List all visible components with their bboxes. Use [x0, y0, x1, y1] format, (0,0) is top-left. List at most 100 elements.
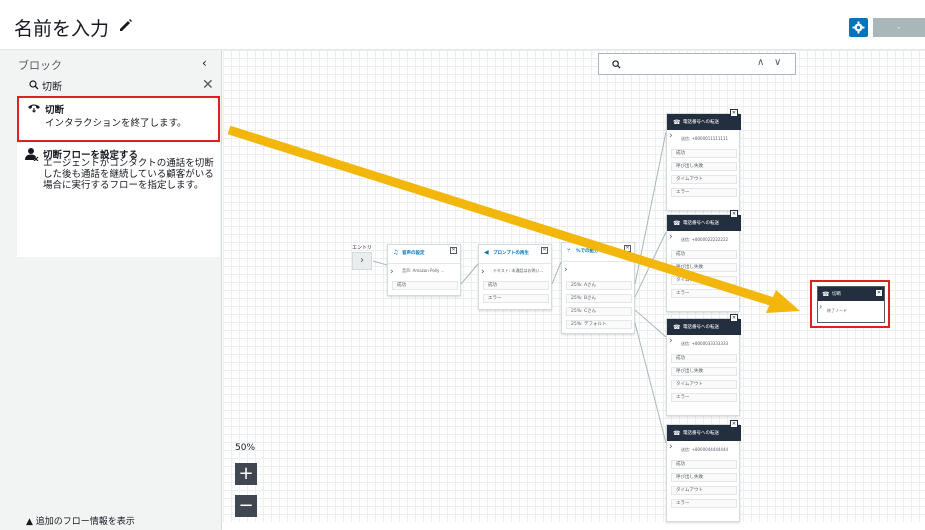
branch-timeout[interactable]: タイムアウト — [671, 486, 737, 495]
transfer-phone-node[interactable]: ☎ 電話番号への転送 ✕ › 送信: +8000022222222 成功 呼び出… — [666, 210, 741, 312]
node-title: 電話番号への転送 — [683, 431, 719, 436]
branch-timeout[interactable]: タイムアウト — [671, 380, 737, 389]
disconnect-node[interactable]: ☎ 切断 ✕ › 終了ノード — [817, 286, 885, 323]
branch-success[interactable]: 成功 — [671, 460, 737, 469]
distribute-percent-node[interactable]: ⑂ %での配分 ✕ › 25%: Aさん 25%: Bさん 25%: Cさん 2… — [561, 242, 635, 334]
branch-error[interactable]: エラー — [483, 294, 549, 303]
branch-error[interactable]: エラー — [671, 393, 737, 402]
input-connector: › — [669, 442, 673, 452]
show-more-flow-info-link[interactable]: ▲ 追加のフロー情報を表示 — [26, 514, 135, 527]
panel-heading: ブロック — [18, 59, 62, 72]
branch-call-failed[interactable]: 呼び出し失敗 — [671, 473, 737, 482]
play-prompt-node[interactable]: ◀ プロンプトの再生 ✕ › テキスト: 本通話はお問い... 成功 エラー — [478, 244, 552, 310]
branch-success[interactable]: 成功 — [671, 354, 737, 363]
transfer-phone-node[interactable]: ☎ 電話番号への転送 ✕ › 送信: +8000011111111 成功 呼び出… — [666, 109, 741, 211]
close-icon[interactable]: ✕ — [730, 420, 738, 428]
branch-timeout[interactable]: タイムアウト — [671, 276, 737, 285]
branch-success[interactable]: 成功 — [671, 149, 737, 158]
node-detail: 終了ノード — [827, 308, 847, 313]
entry-point: エントリ › — [352, 244, 373, 270]
branch-call-failed[interactable]: 呼び出し失敗 — [671, 162, 737, 171]
entry-connector[interactable]: › — [352, 252, 372, 270]
block-item-disconnect[interactable]: 切断 インタラクションを終了します。 — [17, 96, 220, 142]
branch-timeout[interactable]: タイムアウト — [671, 175, 737, 184]
branch-error[interactable]: エラー — [671, 188, 737, 197]
node-detail: 送信: +8000011111111 — [681, 136, 729, 141]
block-search-box: ✕ — [17, 77, 215, 94]
close-icon[interactable]: ✕ — [875, 289, 883, 297]
more-info-label: 追加のフロー情報を表示 — [35, 517, 135, 527]
close-icon[interactable]: ✕ — [730, 109, 738, 117]
branch-success[interactable]: 成功 — [392, 281, 458, 290]
phone-icon: ☎ — [673, 119, 681, 126]
hang-up-phone-icon: ☎ — [822, 291, 830, 298]
node-title: 切断 — [832, 292, 841, 297]
node-detail: 送信: +8000022222222 — [681, 237, 729, 242]
clear-search-button[interactable]: ✕ — [202, 77, 214, 94]
zoom-in-button[interactable]: + — [235, 463, 257, 485]
speaker-icon: ◀ — [484, 249, 489, 256]
zoom-level: 50% — [235, 443, 256, 453]
block-description: インタラクションを終了します。 — [45, 118, 187, 129]
branch-a[interactable]: 25%: Aさん — [566, 281, 632, 290]
phone-icon: ☎ — [673, 430, 681, 437]
node-detail: テキスト: 本通話はお問い... — [493, 268, 544, 273]
block-search-input[interactable] — [42, 77, 202, 94]
branch-error[interactable]: エラー — [671, 289, 737, 298]
input-connector: › — [564, 265, 568, 275]
node-title: 電話番号への転送 — [683, 325, 719, 330]
branch-success[interactable]: 成功 — [483, 281, 549, 290]
input-connector: › — [669, 131, 673, 141]
phone-icon: ☎ — [673, 324, 681, 331]
close-icon[interactable]: ✕ — [730, 314, 738, 322]
close-icon[interactable]: ✕ — [541, 247, 548, 254]
node-detail: 送信: +8000033333333 — [681, 341, 729, 346]
canvas-search-box[interactable]: ∧ ∨ — [598, 53, 796, 75]
pencil-edit-icon[interactable] — [117, 17, 133, 33]
branch-b[interactable]: 25%: Bさん — [566, 294, 632, 303]
branch-success[interactable]: 成功 — [671, 250, 737, 259]
input-connector: › — [819, 302, 823, 311]
input-connector: › — [390, 267, 394, 277]
close-icon[interactable]: ✕ — [450, 247, 457, 254]
branch-call-failed[interactable]: 呼び出し失敗 — [671, 263, 737, 272]
chevron-up-icon: ▲ — [26, 517, 36, 527]
entry-label: エントリ — [352, 245, 373, 251]
block-item-set-disconnect-flow[interactable]: 切断フローを設定する エージェントがコンタクトの通話を切断した後も通話を継続して… — [17, 143, 220, 257]
person-disconnect-icon — [25, 148, 39, 161]
flow-name-title[interactable]: 名前を入力 — [14, 14, 109, 41]
branch-c[interactable]: 25%: Cさん — [566, 307, 632, 316]
hang-up-phone-icon — [28, 104, 40, 113]
disconnect-node-highlight: ☎ 切断 ✕ › 終了ノード — [810, 280, 890, 328]
gear-icon — [852, 21, 865, 34]
input-connector: › — [669, 232, 673, 242]
node-title: 電話番号への転送 — [683, 120, 719, 125]
input-connector: › — [481, 267, 485, 277]
block-library-panel: ブロック ‹ ✕ 切断 インタラクションを終了します。 切断フローを設定する エ… — [0, 50, 222, 530]
node-title: プロンプトの再生 — [493, 251, 529, 256]
branch-default[interactable]: 25%: デフォルト — [566, 320, 632, 329]
header-bar: 名前を入力 - — [0, 0, 925, 50]
search-prev-button[interactable]: ∧ — [757, 57, 764, 68]
close-icon[interactable]: ✕ — [624, 245, 631, 252]
close-icon[interactable]: ✕ — [730, 210, 738, 218]
node-title: 音声の設定 — [402, 251, 425, 256]
transfer-phone-node[interactable]: ☎ 電話番号への転送 ✕ › 送信: +8000044444444 成功 呼び出… — [666, 420, 741, 522]
search-next-button[interactable]: ∨ — [774, 57, 781, 68]
settings-gear-button[interactable] — [849, 18, 868, 37]
split-icon: ⑂ — [567, 247, 571, 254]
node-title: 電話番号への転送 — [683, 221, 719, 226]
search-icon — [29, 80, 39, 90]
zoom-out-button[interactable]: − — [235, 495, 257, 517]
search-icon — [612, 60, 621, 69]
branch-call-failed[interactable]: 呼び出し失敗 — [671, 367, 737, 376]
node-detail: 音声: Amazon Polly ... — [402, 268, 445, 273]
set-voice-node[interactable]: ♫ 音声の設定 ✕ › 音声: Amazon Polly ... 成功 — [387, 244, 461, 296]
collapse-panel-button[interactable]: ‹ — [202, 56, 207, 70]
node-detail: 送信: +8000044444444 — [681, 447, 729, 452]
save-button[interactable]: - — [873, 18, 925, 37]
input-connector: › — [669, 336, 673, 346]
transfer-phone-node[interactable]: ☎ 電話番号への転送 ✕ › 送信: +8000033333333 成功 呼び出… — [666, 314, 741, 416]
phone-icon: ☎ — [673, 220, 681, 227]
branch-error[interactable]: エラー — [671, 499, 737, 508]
